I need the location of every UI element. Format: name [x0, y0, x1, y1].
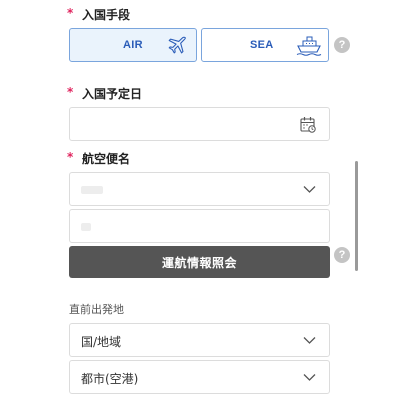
air-option-label: AIR: [123, 39, 143, 51]
flight-label: 航空便名: [69, 150, 130, 167]
chevron-down-icon: [303, 374, 316, 381]
sea-option-label: SEA: [250, 39, 274, 51]
flight-help-icon[interactable]: ?: [334, 247, 350, 263]
airline-select[interactable]: [69, 172, 330, 206]
calendar-icon[interactable]: [300, 116, 316, 133]
departure-label: 直前出発地: [69, 303, 124, 316]
country-select[interactable]: 国/地域: [69, 323, 330, 357]
entry-method-label: 入国手段: [69, 6, 130, 23]
ship-icon: [296, 36, 322, 56]
entry-method-label-text: 入国手段: [82, 8, 131, 22]
chevron-down-icon: [303, 186, 316, 193]
sea-option-button[interactable]: SEA: [201, 28, 329, 62]
entry-date-field[interactable]: [69, 107, 330, 141]
country-value: 国/地域: [81, 335, 122, 349]
flight-label-text: 航空便名: [82, 152, 131, 166]
flight-info-check-button[interactable]: 運航情報照会: [69, 246, 330, 278]
city-select[interactable]: 都市(空港): [69, 360, 330, 394]
airplane-icon: [168, 36, 186, 54]
chevron-down-icon: [303, 337, 316, 344]
scrollbar[interactable]: [355, 161, 358, 271]
entry-date-label-text: 入国予定日: [82, 87, 143, 101]
flight-number-input[interactable]: [69, 209, 330, 243]
airline-placeholder-blur: [81, 186, 103, 194]
entry-date-label: 入国予定日: [69, 85, 142, 102]
entry-method-help-icon[interactable]: ?: [334, 37, 350, 53]
air-option-button[interactable]: AIR: [69, 28, 197, 62]
flight-number-placeholder-blur: [81, 223, 91, 231]
city-value: 都市(空港): [81, 372, 139, 386]
